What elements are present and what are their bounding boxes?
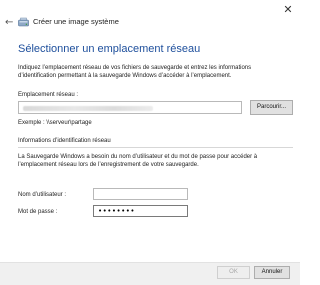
network-location-label: Emplacement réseau : — [18, 92, 79, 98]
password-input[interactable]: •••••••• — [93, 205, 188, 217]
browse-button[interactable]: Parcourir... — [250, 100, 293, 115]
blurred-path-value — [23, 106, 153, 111]
intro-text: Indiquez l’emplacement réseau de vos fic… — [18, 65, 252, 79]
network-location-input[interactable] — [18, 101, 242, 114]
credentials-section-title: Informations d’identification réseau — [18, 138, 111, 144]
section-divider — [18, 147, 293, 148]
username-label: Nom d’utilisateur : — [18, 192, 67, 198]
back-arrow-icon[interactable]: ← — [5, 18, 15, 28]
example-text: Exemple : \\serveur\partage — [18, 120, 92, 126]
ok-button[interactable]: OK — [217, 266, 250, 279]
close-button[interactable]: ✕ — [282, 4, 294, 16]
credentials-description: La Sauvegarde Windows a besoin du nom d’… — [18, 154, 258, 168]
username-input[interactable] — [93, 188, 188, 200]
page-title: Sélectionner un emplacement réseau — [18, 43, 201, 55]
cancel-button[interactable]: Annuler — [254, 266, 290, 279]
window-title: Créer une image système — [33, 17, 119, 26]
backup-drive-icon — [18, 17, 29, 27]
password-label: Mot de passe : — [18, 209, 58, 215]
